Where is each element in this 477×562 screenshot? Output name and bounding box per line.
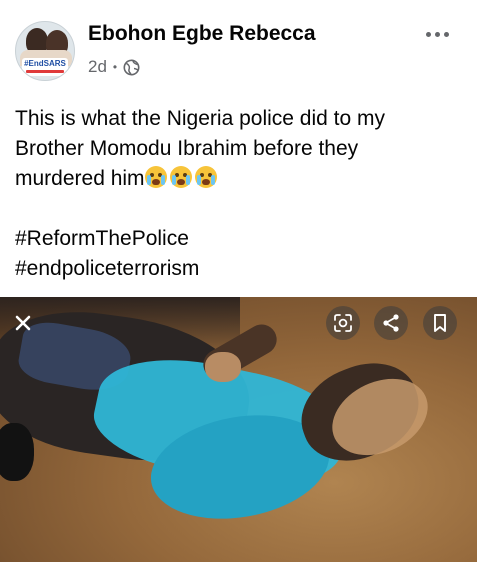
crying-emoji-icon — [169, 166, 192, 188]
post-timestamp[interactable]: 2d — [88, 57, 107, 77]
author-name[interactable]: Ebohon Egbe Rebecca — [88, 22, 316, 46]
post-text-line: Brother Momodu Ibrahim before they — [15, 137, 359, 160]
photo-figure-hand — [205, 352, 241, 382]
post-text-line: murdered him — [15, 167, 145, 190]
globe-icon[interactable] — [123, 59, 140, 76]
hashtag-link[interactable]: #endpoliceterrorism — [15, 254, 465, 284]
close-icon[interactable] — [8, 308, 38, 338]
meta-separator: • — [112, 60, 118, 74]
post-body: This is what the Nigeria police did to m… — [15, 104, 465, 284]
more-options-icon[interactable] — [420, 25, 454, 43]
hashtag-link[interactable]: #ReformThePolice — [15, 224, 465, 254]
bookmark-icon[interactable] — [423, 306, 457, 340]
post-text-line: This is what the Nigeria police did to m… — [15, 107, 385, 130]
photo-shoe — [0, 423, 34, 481]
post-meta: 2d • — [88, 57, 140, 77]
share-icon[interactable] — [374, 306, 408, 340]
avatar-badge-text: #EndSARS — [24, 59, 66, 68]
post-text-line-with-emojis: murdered him — [15, 164, 465, 194]
avatar[interactable]: #EndSARS — [15, 21, 75, 81]
crying-emoji-icon — [144, 166, 167, 188]
lens-icon[interactable] — [326, 306, 360, 340]
post-header: #EndSARS Ebohon Egbe Rebecca 2d • — [0, 0, 477, 96]
crying-emoji-icon — [194, 166, 217, 188]
avatar-badge-stripe — [26, 70, 64, 73]
avatar-endsars-badge: #EndSARS — [22, 58, 68, 76]
post-photo[interactable] — [0, 297, 477, 562]
